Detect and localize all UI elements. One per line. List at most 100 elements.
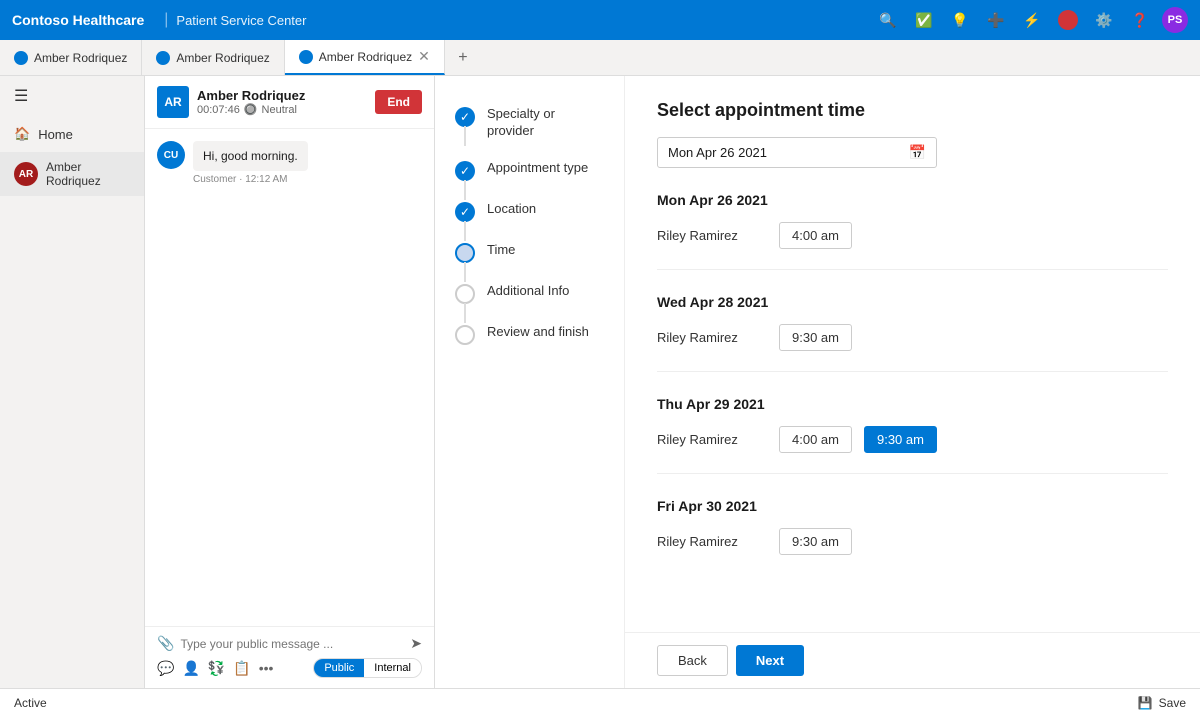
steps-panel: ✓ Specialty or provider ✓ Appointment ty…: [435, 76, 625, 688]
date-heading-wed: Wed Apr 28 2021: [657, 294, 1168, 310]
step-specialty: ✓ Specialty or provider: [435, 96, 624, 150]
chat-input-row: 📎 ➤: [157, 635, 422, 652]
top-navigation: Contoso Healthcare | Patient Service Cen…: [0, 0, 1200, 40]
internal-mode-button[interactable]: Internal: [364, 659, 421, 677]
step-icon-3: ✓: [455, 202, 475, 222]
tab-close-icon[interactable]: ✕: [418, 48, 430, 65]
chat-tool-2[interactable]: 👤: [182, 660, 199, 677]
status-label: Active: [14, 696, 47, 710]
search-icon[interactable]: 🔍: [874, 6, 902, 34]
date-heading-fri: Fri Apr 30 2021: [657, 498, 1168, 514]
date-heading-mon: Mon Apr 26 2021: [657, 192, 1168, 208]
slot-row-fri: Riley Ramirez 9:30 am: [657, 528, 1168, 555]
chat-timer: 00:07:46: [197, 104, 240, 116]
step-icon-4: [455, 243, 475, 263]
customer-avatar: CU: [157, 141, 185, 169]
tab-bar: Amber Rodriquez Amber Rodriquez Amber Ro…: [0, 40, 1200, 76]
appointment-container: Select appointment time Mon Apr 26 2021 …: [625, 76, 1200, 632]
calendar-icon[interactable]: 📅: [909, 144, 926, 161]
nav-icons: 🔍 ✅ 💡 ➕ ⚡ ⚙️ ❓ PS: [874, 6, 1188, 34]
tab-label-2: Amber Rodriquez: [176, 51, 269, 65]
chat-messages: CU Hi, good morning. Customer · 12:12 AM: [145, 129, 434, 626]
bubble-text: Hi, good morning.: [193, 141, 308, 171]
step-icon-2: ✓: [455, 161, 475, 181]
brand-name: Contoso Healthcare: [12, 12, 144, 28]
tab-add-button[interactable]: +: [445, 40, 481, 75]
chat-message-item: CU Hi, good morning. Customer · 12:12 AM: [157, 141, 422, 185]
bubble-meta: Customer · 12:12 AM: [193, 174, 422, 185]
step-label-6: Review and finish: [487, 324, 589, 341]
home-label: Home: [38, 127, 73, 142]
sidebar-item-agent[interactable]: AR Amber Rodriquez: [0, 152, 144, 196]
chat-tool-1[interactable]: 💬: [157, 660, 174, 677]
chat-input-field[interactable]: [180, 637, 404, 651]
help-icon[interactable]: ❓: [1126, 6, 1154, 34]
chat-toolbar: 💬 👤 💱 📋 ••• Public Internal: [157, 652, 422, 680]
time-slot-wed-1[interactable]: 9:30 am: [779, 324, 852, 351]
sidebar-item-home[interactable]: 🏠 Home: [0, 116, 144, 152]
tab-person-icon-3: [299, 50, 313, 64]
tab-person-icon-1: [14, 51, 28, 65]
chat-panel: AR Amber Rodriquez 00:07:46 🔘 Neutral En…: [145, 76, 435, 688]
tab-amber-2[interactable]: Amber Rodriquez: [142, 40, 284, 75]
hamburger-menu-icon[interactable]: ☰: [0, 76, 144, 116]
save-icon: 💾: [1138, 696, 1153, 710]
end-call-button[interactable]: End: [375, 90, 422, 114]
time-slot-thu-2[interactable]: 9:30 am: [864, 426, 937, 453]
status-bar-right: 💾 Save: [1138, 696, 1186, 710]
notification-icon[interactable]: [1054, 6, 1082, 34]
time-slot-fri-1[interactable]: 9:30 am: [779, 528, 852, 555]
notification-badge: [1058, 10, 1078, 30]
plus-icon[interactable]: ➕: [982, 6, 1010, 34]
next-button[interactable]: Next: [736, 645, 804, 676]
chat-tool-4[interactable]: 📋: [233, 660, 250, 677]
chat-contact-name: Amber Rodriquez: [197, 88, 367, 103]
public-mode-button[interactable]: Public: [314, 659, 364, 677]
status-bar: Active 💾 Save: [0, 688, 1200, 716]
provider-name-wed: Riley Ramirez: [657, 330, 767, 345]
chat-tool-3[interactable]: 💱: [208, 660, 225, 677]
slot-row-thu: Riley Ramirez 4:00 am 9:30 am: [657, 426, 1168, 453]
step-location: ✓ Location: [435, 191, 624, 232]
bubble-content: Hi, good morning. Customer · 12:12 AM: [193, 141, 422, 185]
chat-tool-5[interactable]: •••: [259, 660, 274, 676]
lightbulb-icon[interactable]: 💡: [946, 6, 974, 34]
step-label-2: Appointment type: [487, 160, 588, 177]
agent-name: Amber Rodriquez: [46, 160, 130, 188]
time-slot-mon-1[interactable]: 4:00 am: [779, 222, 852, 249]
chat-header-info: Amber Rodriquez 00:07:46 🔘 Neutral: [197, 88, 367, 116]
tab-amber-3[interactable]: Amber Rodriquez ✕: [285, 40, 445, 75]
date-group-fri: Fri Apr 30 2021 Riley Ramirez 9:30 am: [657, 498, 1168, 575]
step-review: Review and finish: [435, 314, 624, 355]
step-additional-info: Additional Info: [435, 273, 624, 314]
filter-icon[interactable]: ⚡: [1018, 6, 1046, 34]
settings-icon[interactable]: ⚙️: [1090, 6, 1118, 34]
save-label[interactable]: Save: [1159, 696, 1186, 710]
main-layout: ☰ 🏠 Home AR Amber Rodriquez AR Amber Rod…: [0, 76, 1200, 688]
user-avatar[interactable]: PS: [1162, 7, 1188, 33]
step-label-5: Additional Info: [487, 283, 569, 300]
date-picker-value: Mon Apr 26 2021: [668, 145, 901, 160]
date-heading-thu: Thu Apr 29 2021: [657, 396, 1168, 412]
attachment-icon[interactable]: 📎: [157, 635, 174, 652]
tab-person-icon-2: [156, 51, 170, 65]
agent-avatar: AR: [14, 162, 38, 186]
step-label-1: Specialty or provider: [487, 106, 604, 140]
sidebar: ☰ 🏠 Home AR Amber Rodriquez: [0, 76, 145, 688]
tab-label-3: Amber Rodriquez: [319, 50, 412, 64]
send-icon[interactable]: ➤: [410, 635, 422, 652]
step-label-3: Location: [487, 201, 536, 218]
time-slot-thu-1[interactable]: 4:00 am: [779, 426, 852, 453]
checkmark-circle-icon[interactable]: ✅: [910, 6, 938, 34]
status-label: Neutral: [262, 104, 297, 116]
date-picker[interactable]: Mon Apr 26 2021 📅: [657, 137, 937, 168]
slot-row-mon: Riley Ramirez 4:00 am: [657, 222, 1168, 249]
step-time: Time: [435, 232, 624, 273]
provider-name-thu: Riley Ramirez: [657, 432, 767, 447]
chat-status: 00:07:46 🔘 Neutral: [197, 103, 367, 116]
chat-input-area: 📎 ➤ 💬 👤 💱 📋 ••• Public Internal: [145, 626, 434, 688]
back-button[interactable]: Back: [657, 645, 728, 676]
nav-divider: |: [164, 11, 168, 29]
provider-name-fri: Riley Ramirez: [657, 534, 767, 549]
tab-amber-1[interactable]: Amber Rodriquez: [0, 40, 142, 75]
